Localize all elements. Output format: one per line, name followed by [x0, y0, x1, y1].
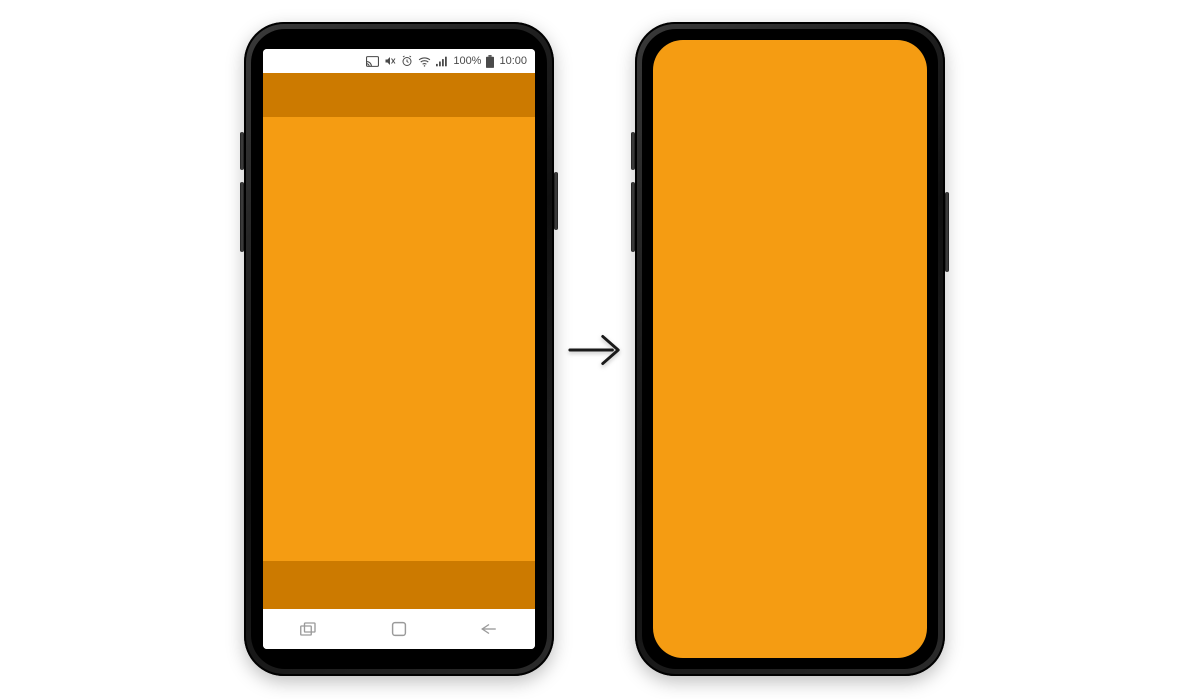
power-button: [554, 172, 558, 230]
phone-before: 100% 10:00: [244, 22, 554, 676]
recent-apps-button[interactable]: [300, 622, 318, 636]
bottom-bar: [263, 561, 535, 609]
phone-screen-fullscreen: [653, 40, 927, 658]
power-button: [945, 192, 949, 272]
clock: 10:00: [499, 55, 527, 67]
battery-icon: [486, 55, 494, 68]
app-bar: [263, 73, 535, 117]
volume-up-button: [240, 132, 244, 170]
alarm-icon: [401, 55, 413, 67]
signal-icon: [436, 56, 448, 67]
mute-icon: [384, 55, 396, 67]
volume-up-button: [631, 132, 635, 170]
navigation-bar: [263, 609, 535, 649]
status-bar: 100% 10:00: [263, 49, 535, 73]
comparison-stage: 100% 10:00: [0, 0, 1200, 699]
phone-screen: 100% 10:00: [263, 49, 535, 649]
volume-down-button: [631, 182, 635, 252]
wifi-icon: [418, 56, 431, 67]
home-button[interactable]: [391, 621, 407, 637]
back-button[interactable]: [480, 622, 498, 636]
cast-icon: [366, 56, 379, 67]
phone-bezel: [642, 29, 938, 669]
phone-bezel: 100% 10:00: [251, 29, 547, 669]
battery-percentage: 100%: [453, 55, 481, 67]
arrow-icon: [566, 330, 624, 370]
volume-down-button: [240, 182, 244, 252]
phone-after: [635, 22, 945, 676]
app-content: [263, 117, 535, 561]
